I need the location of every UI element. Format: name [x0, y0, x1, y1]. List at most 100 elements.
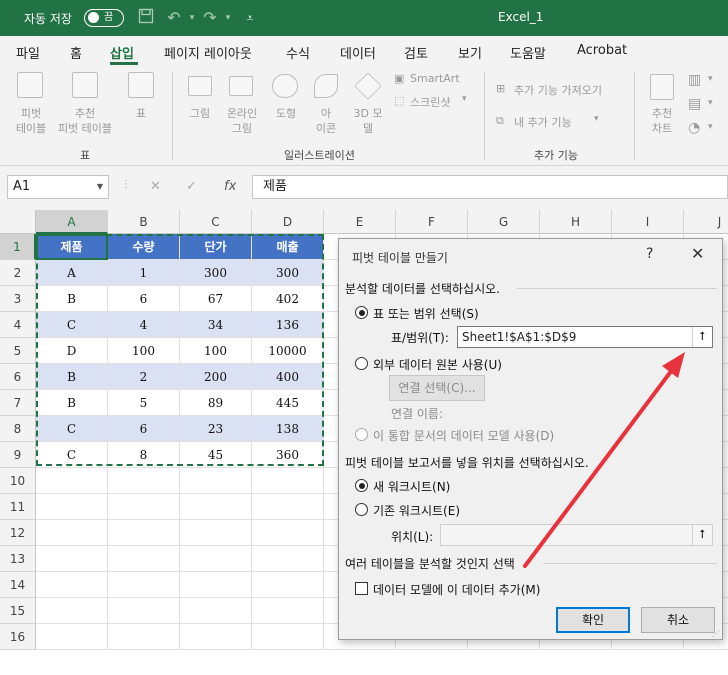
- chevron-down-icon[interactable]: ▾: [708, 122, 713, 132]
- radio-existing-worksheet[interactable]: [355, 503, 368, 516]
- undo-dropdown-icon[interactable]: ▾: [182, 8, 202, 28]
- row-header-10[interactable]: 10: [0, 468, 36, 494]
- cell[interactable]: [180, 572, 252, 598]
- cell[interactable]: [36, 468, 108, 494]
- column-header-g[interactable]: G: [468, 210, 540, 234]
- column-header-a[interactable]: A: [36, 210, 108, 234]
- collapse-range-button[interactable]: ⭡: [692, 327, 712, 347]
- row-header-1[interactable]: 1: [0, 234, 36, 260]
- table-cell[interactable]: 138: [252, 416, 324, 442]
- tab-file[interactable]: 파일: [16, 43, 40, 62]
- tab-page-layout[interactable]: 페이지 레이아웃: [164, 43, 252, 62]
- cell[interactable]: [180, 520, 252, 546]
- radio-data-model[interactable]: [355, 428, 368, 441]
- cell[interactable]: [252, 624, 324, 650]
- table-cell[interactable]: C: [36, 312, 108, 338]
- help-icon[interactable]: ?: [646, 246, 653, 262]
- radio-new-worksheet[interactable]: [355, 479, 368, 492]
- table-cell[interactable]: 360: [252, 442, 324, 468]
- column-header-i[interactable]: I: [612, 210, 684, 234]
- column-chart-icon[interactable]: ▥: [688, 72, 701, 88]
- table-header-cell[interactable]: 제품: [36, 234, 108, 260]
- table-cell[interactable]: 136: [252, 312, 324, 338]
- radio-external-source[interactable]: [355, 357, 368, 370]
- column-header-d[interactable]: D: [252, 210, 324, 234]
- table-cell[interactable]: 200: [180, 364, 252, 390]
- enter-formula-icon[interactable]: ✓: [186, 179, 197, 194]
- cell[interactable]: [36, 598, 108, 624]
- name-box[interactable]: A1 ▼: [7, 175, 109, 199]
- row-header-5[interactable]: 5: [0, 338, 36, 364]
- collapse-location-button[interactable]: ⭡: [692, 525, 712, 545]
- more-icon[interactable]: ⋮: [121, 179, 131, 190]
- table-cell[interactable]: 8: [108, 442, 180, 468]
- chevron-down-icon[interactable]: ▾: [708, 98, 713, 108]
- table-cell[interactable]: 445: [252, 390, 324, 416]
- cell[interactable]: [36, 546, 108, 572]
- table-cell[interactable]: 5: [108, 390, 180, 416]
- row-header-2[interactable]: 2: [0, 260, 36, 286]
- table-cell[interactable]: D: [36, 338, 108, 364]
- tab-home[interactable]: 홈: [70, 43, 82, 62]
- tab-help[interactable]: 도움말: [510, 43, 546, 62]
- cell[interactable]: [108, 624, 180, 650]
- autosave-toggle[interactable]: 끔: [84, 9, 124, 27]
- cell[interactable]: [180, 468, 252, 494]
- formula-input[interactable]: 제품: [252, 175, 728, 199]
- table-cell[interactable]: 400: [252, 364, 324, 390]
- save-icon[interactable]: [136, 8, 156, 28]
- row-header-7[interactable]: 7: [0, 390, 36, 416]
- cell[interactable]: [180, 598, 252, 624]
- cell[interactable]: [252, 520, 324, 546]
- undo-icon[interactable]: ↶: [164, 8, 184, 28]
- radio-existing-worksheet-label[interactable]: 기존 워크시트(E): [373, 502, 460, 519]
- table-cell[interactable]: 300: [180, 260, 252, 286]
- cell[interactable]: [36, 624, 108, 650]
- select-all-corner[interactable]: [0, 210, 36, 234]
- tab-insert[interactable]: 삽입: [110, 43, 134, 62]
- add-to-data-model-checkbox[interactable]: [355, 582, 368, 595]
- location-input[interactable]: [440, 524, 713, 546]
- radio-external-source-label[interactable]: 외부 데이터 원본 사용(U): [373, 356, 502, 373]
- tab-review[interactable]: 검토: [404, 43, 428, 62]
- row-header-11[interactable]: 11: [0, 494, 36, 520]
- redo-dropdown-icon[interactable]: ▾: [218, 8, 238, 28]
- table-cell[interactable]: B: [36, 364, 108, 390]
- redo-icon[interactable]: ↷: [200, 8, 220, 28]
- cell[interactable]: [108, 598, 180, 624]
- row-header-14[interactable]: 14: [0, 572, 36, 598]
- row-header-15[interactable]: 15: [0, 598, 36, 624]
- table-cell[interactable]: 300: [252, 260, 324, 286]
- close-icon[interactable]: ✕: [691, 244, 704, 263]
- radio-data-model-label[interactable]: 이 통합 문서의 데이터 모델 사용(D): [373, 427, 554, 444]
- column-header-j[interactable]: J: [684, 210, 728, 234]
- cell[interactable]: [36, 572, 108, 598]
- tab-view[interactable]: 보기: [458, 43, 482, 62]
- table-cell[interactable]: 402: [252, 286, 324, 312]
- table-cell[interactable]: 89: [180, 390, 252, 416]
- cell[interactable]: [36, 520, 108, 546]
- table-cell[interactable]: 34: [180, 312, 252, 338]
- table-cell[interactable]: 23: [180, 416, 252, 442]
- cell[interactable]: [108, 572, 180, 598]
- table-cell[interactable]: C: [36, 442, 108, 468]
- row-header-13[interactable]: 13: [0, 546, 36, 572]
- column-header-b[interactable]: B: [108, 210, 180, 234]
- hierarchy-chart-icon[interactable]: ▤: [688, 96, 701, 112]
- table-cell[interactable]: A: [36, 260, 108, 286]
- cell[interactable]: [252, 572, 324, 598]
- row-header-6[interactable]: 6: [0, 364, 36, 390]
- cell[interactable]: [252, 546, 324, 572]
- column-header-h[interactable]: H: [540, 210, 612, 234]
- tab-formulas[interactable]: 수식: [286, 43, 310, 62]
- cell[interactable]: [252, 494, 324, 520]
- table-cell[interactable]: 100: [180, 338, 252, 364]
- cell[interactable]: [252, 468, 324, 494]
- table-cell[interactable]: 6: [108, 286, 180, 312]
- pie-chart-icon[interactable]: ◔: [688, 120, 700, 136]
- table-header-cell[interactable]: 수량: [108, 234, 180, 260]
- table-cell[interactable]: 45: [180, 442, 252, 468]
- table-cell[interactable]: 2: [108, 364, 180, 390]
- column-header-c[interactable]: C: [180, 210, 252, 234]
- ok-button[interactable]: 확인: [556, 607, 630, 633]
